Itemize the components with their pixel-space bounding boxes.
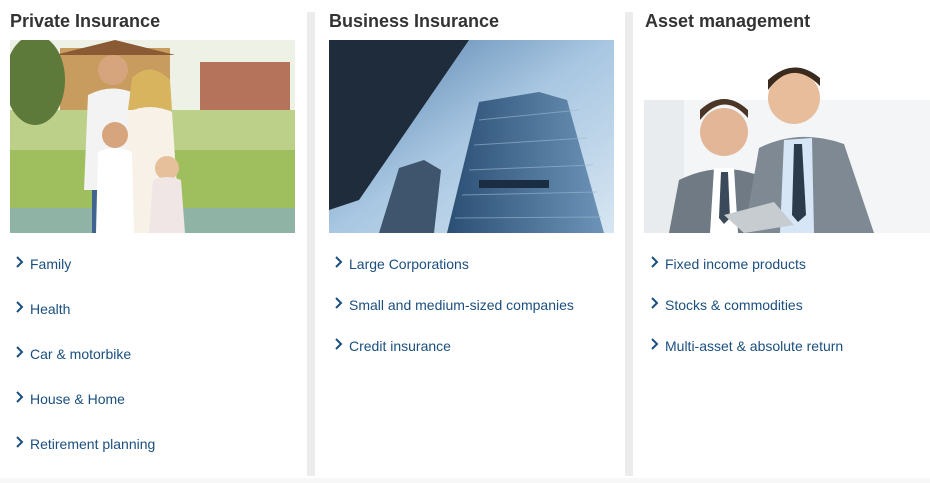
link-large-corporations[interactable]: Large Corporations — [333, 256, 469, 274]
chevron-right-icon — [335, 297, 343, 309]
asset-management-column: Asset management Fixed income products S… — [633, 0, 930, 483]
column-title-private-insurance: Private Insurance — [10, 11, 161, 31]
chevron-right-icon — [16, 346, 24, 358]
chevron-right-icon — [335, 338, 343, 350]
link-fixed-income-products[interactable]: Fixed income products — [649, 256, 806, 274]
link-multi-asset-absolute-return[interactable]: Multi-asset & absolute return — [649, 338, 843, 356]
chevron-right-icon — [651, 256, 659, 268]
column-divider — [307, 12, 315, 476]
link-health[interactable]: Health — [14, 301, 70, 319]
link-retirement-planning[interactable]: Retirement planning — [14, 436, 155, 454]
chevron-right-icon — [651, 338, 659, 350]
skyscrapers-photo-graphic — [329, 40, 614, 233]
skyscrapers-photo[interactable] — [329, 40, 614, 233]
link-label: Retirement planning — [30, 436, 156, 452]
link-house-home[interactable]: House & Home — [14, 391, 125, 409]
column-divider — [625, 12, 633, 476]
column-title-asset-management: Asset management — [645, 11, 811, 31]
business-insurance-column: Business Insurance Large Corporations Sm… — [315, 0, 625, 483]
column-title-business-insurance: Business Insurance — [329, 11, 500, 31]
link-label: Multi-asset & absolute return — [665, 338, 844, 354]
link-label: Fixed income products — [665, 256, 806, 272]
chevron-right-icon — [651, 297, 659, 309]
link-label: Large Corporations — [349, 256, 469, 272]
link-label: Stocks & commodities — [665, 297, 803, 313]
link-label: House & Home — [30, 391, 125, 407]
private-insurance-column: Private Insurance Family Health Car & mo… — [0, 0, 307, 483]
bottom-border — [0, 478, 930, 483]
link-label: Car & motorbike — [30, 346, 132, 362]
link-small-medium-companies[interactable]: Small and medium-sized companies — [333, 297, 574, 315]
businessmen-photo-graphic — [644, 40, 930, 233]
businessmen-photo[interactable] — [644, 40, 930, 233]
family-photo[interactable] — [10, 40, 295, 233]
link-label: Family — [30, 256, 72, 272]
link-label: Health — [30, 301, 71, 317]
chevron-right-icon — [16, 301, 24, 313]
link-credit-insurance[interactable]: Credit insurance — [333, 338, 451, 356]
link-label: Credit insurance — [349, 338, 451, 354]
link-car-motorbike[interactable]: Car & motorbike — [14, 346, 131, 364]
chevron-right-icon — [16, 436, 24, 448]
chevron-right-icon — [16, 391, 24, 403]
family-photo-graphic — [10, 40, 295, 233]
link-family[interactable]: Family — [14, 256, 71, 274]
chevron-right-icon — [16, 256, 24, 268]
link-stocks-commodities[interactable]: Stocks & commodities — [649, 297, 803, 315]
chevron-right-icon — [335, 256, 343, 268]
link-label: Small and medium-sized companies — [349, 297, 574, 313]
